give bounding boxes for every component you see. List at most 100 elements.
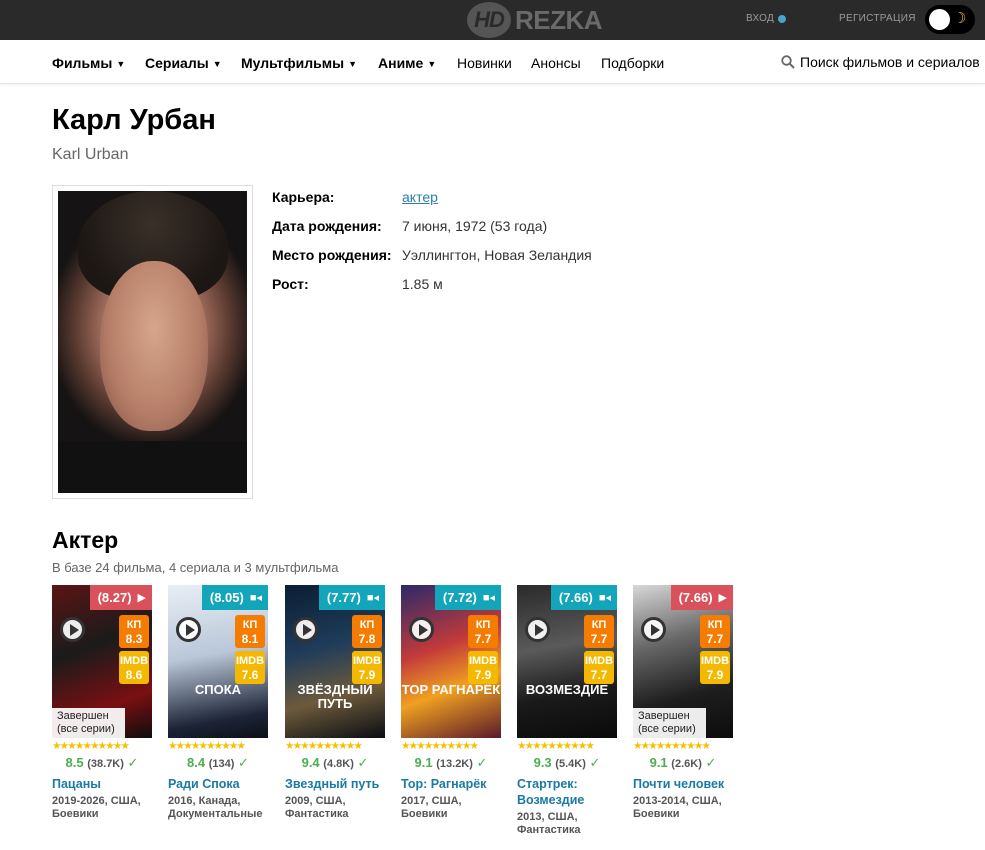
status-line1: Завершен — [57, 710, 109, 722]
imdb-rating: IMDB 7.7 — [584, 651, 614, 684]
person-name-ru: Карл Урбан — [52, 104, 216, 136]
main-nav: Фильмы ▼ Сериалы ▼ Мультфильмы ▼ Аниме ▼ Нов… — [0, 40, 985, 84]
user-rating-value: 9.1 — [414, 755, 433, 770]
film-meta-line1: 2013, США, — [517, 811, 578, 823]
play-icon[interactable] — [525, 617, 550, 642]
film-title[interactable]: Стартрек: Возмездие — [517, 776, 627, 808]
user-rating-value: 9.4 — [301, 755, 320, 770]
camera-icon: ■◂ — [482, 592, 495, 604]
info-height-value: 1.85 м — [402, 276, 443, 292]
film-poster[interactable]: (7.66) ▶ КП 7.7 IMDB 7.9 Завершен (все с… — [633, 585, 733, 738]
logo-hd: HD — [467, 2, 511, 38]
user-rating-count: (4.8K) — [323, 758, 354, 770]
login-arrow-icon — [778, 14, 787, 23]
nav-announcements[interactable]: Анонсы — [531, 55, 581, 71]
play-icon[interactable] — [60, 617, 85, 642]
status-line2: (все серии) — [638, 723, 696, 735]
film-title[interactable]: Звездный путь — [285, 776, 395, 792]
nav-cartoons[interactable]: Мультфильмы ▼ — [241, 55, 357, 71]
rating-badge-value: (8.05) — [209, 590, 244, 605]
user-rating-value: 8.4 — [187, 755, 206, 770]
info-height-label: Рост: — [272, 276, 309, 292]
imdb-value: 7.6 — [241, 668, 259, 682]
film-poster[interactable]: ВОЗМЕЗДИЕ (7.66) ■◂ КП 7.7 IMDB 7.7 — [517, 585, 617, 738]
film-poster[interactable]: ЗВЁЗДНЫЙ ПУТЬ (7.77) ■◂ КП 7.8 IMDB 7.9 — [285, 585, 385, 738]
info-career-value[interactable]: актер — [402, 189, 438, 205]
nav-new[interactable]: Новинки — [457, 55, 512, 71]
info-birthdate-label: Дата рождения: — [272, 218, 382, 234]
star-rating[interactable]: ★★★★★★★★★★ — [401, 741, 501, 752]
kp-rating: КП 7.8 — [352, 615, 382, 648]
kp-value: 8.1 — [241, 632, 259, 646]
play-icon[interactable] — [293, 617, 318, 642]
film-meta: 2019-2026, США, Боевики — [52, 795, 162, 821]
imdb-rating: IMDB 7.9 — [700, 651, 730, 684]
rating-badge-value: (8.27) — [97, 590, 132, 605]
camera-icon: ■◂ — [598, 592, 611, 604]
star-rating[interactable]: ★★★★★★★★★★ — [285, 741, 385, 752]
camera-icon: ■◂ — [249, 592, 262, 604]
imdb-label: IMDB — [584, 655, 614, 667]
user-rating-count: (2.6K) — [671, 758, 702, 770]
rating-badge: (7.66) ■◂ — [550, 585, 617, 610]
film-meta-line1: 2016, Канада, — [168, 795, 241, 807]
film-title[interactable]: Почти человек — [633, 776, 743, 792]
nav-films[interactable]: Фильмы ▼ — [52, 55, 125, 71]
play-icon[interactable] — [641, 617, 666, 642]
nav-cartoons-label: Мультфильмы — [241, 55, 345, 71]
film-meta-line1: 2013-2014, США, — [633, 795, 722, 807]
login-link[interactable]: ВХОД — [746, 13, 787, 24]
check-icon: ✓ — [357, 755, 369, 770]
star-rating[interactable]: ★★★★★★★★★★ — [633, 741, 733, 752]
site-logo[interactable]: HD REZKA — [467, 0, 603, 40]
user-rating-value: 9.1 — [649, 755, 668, 770]
imdb-label: IMDB — [235, 655, 265, 667]
theme-toggle[interactable]: ☽ — [925, 5, 975, 34]
register-link[interactable]: РЕГИСТРАЦИЯ — [839, 13, 916, 24]
search-label: Поиск фильмов и сериалов — [800, 54, 980, 70]
film-title[interactable]: Пацаны — [52, 776, 162, 792]
imdb-label: IMDB — [700, 655, 730, 667]
imdb-value: 7.9 — [358, 668, 376, 682]
rating-badge-value: (7.72) — [442, 590, 477, 605]
film-meta: 2013-2014, США, Боевики — [633, 795, 743, 821]
star-rating[interactable]: ★★★★★★★★★★ — [168, 741, 268, 752]
film-meta-line2: Документальные — [168, 808, 263, 820]
imdb-value: 7.9 — [474, 668, 492, 682]
imdb-rating: IMDB 7.6 — [235, 651, 265, 684]
film-poster[interactable]: ТОР РАГНАРЁК (7.72) ■◂ КП 7.7 IMDB 7.9 — [401, 585, 501, 738]
film-poster[interactable]: (8.27) ▶ КП 8.3 IMDB 8.6 Завершен (все с… — [52, 585, 152, 738]
info-birthplace-value: Уэллингтон, Новая Зеландия — [402, 247, 592, 263]
film-meta-line1: 2017, США, — [401, 795, 462, 807]
kp-rating: КП 8.1 — [235, 615, 265, 648]
person-photo-image — [58, 191, 247, 493]
imdb-value: 8.6 — [125, 668, 143, 682]
star-rating[interactable]: ★★★★★★★★★★ — [52, 741, 152, 752]
toggle-knob — [929, 9, 950, 30]
kp-value: 7.8 — [358, 632, 376, 646]
check-icon: ✓ — [476, 755, 488, 770]
film-poster[interactable]: СПОКА (8.05) ■◂ КП 8.1 IMDB 7.6 — [168, 585, 268, 738]
camera-icon: ■◂ — [366, 592, 379, 604]
kp-rating: КП 8.3 — [119, 615, 149, 648]
kp-label: КП — [359, 619, 375, 631]
film-title[interactable]: Ради Спока — [168, 776, 278, 792]
nav-series-label: Сериалы — [145, 55, 209, 71]
imdb-rating: IMDB 8.6 — [119, 651, 149, 684]
user-rating: 9.1 (13.2K) ✓ — [401, 755, 501, 771]
nav-anime[interactable]: Аниме ▼ — [378, 55, 436, 71]
rating-badge-value: (7.66) — [558, 590, 593, 605]
play-icon[interactable] — [409, 617, 434, 642]
play-icon[interactable] — [176, 617, 201, 642]
info-career-label: Карьера: — [272, 189, 335, 205]
user-rating-count: (134) — [208, 758, 235, 770]
search-button[interactable]: Поиск фильмов и сериалов — [781, 54, 980, 70]
nav-series[interactable]: Сериалы ▼ — [145, 55, 222, 71]
imdb-rating: IMDB 7.9 — [352, 651, 382, 684]
nav-collections[interactable]: Подборки — [601, 55, 664, 71]
film-meta-line2: Фантастика — [517, 824, 581, 836]
rating-badge: (8.05) ■◂ — [201, 585, 268, 610]
film-title[interactable]: Тор: Рагнарёк — [401, 776, 511, 792]
kp-value: 7.7 — [474, 632, 492, 646]
star-rating[interactable]: ★★★★★★★★★★ — [517, 741, 617, 752]
